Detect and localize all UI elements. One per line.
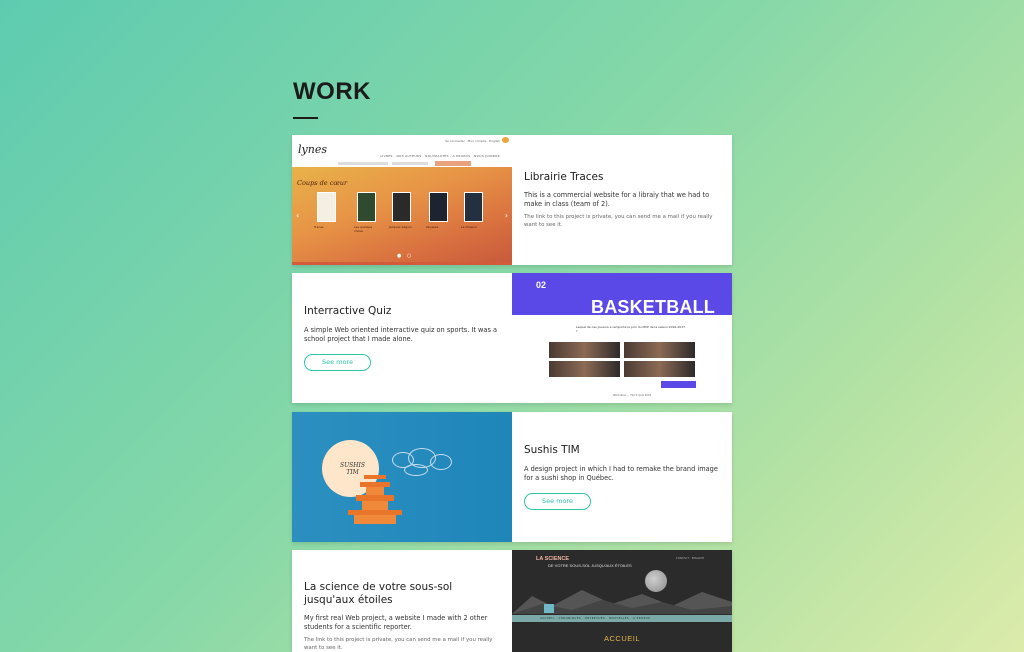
book-cover: [317, 192, 336, 222]
project-title: La science de votre sous-sol jusqu'aux é…: [304, 581, 453, 606]
house-icon: [544, 604, 554, 613]
quiz-player-image: [549, 342, 620, 358]
sci-links: CONTACT · ENGLISH: [675, 556, 704, 560]
thumb-header: lynes Se connecter · Mon compte · Englis…: [292, 135, 512, 163]
book-caption: Traces: [314, 225, 324, 229]
project-note: The link to this project is private, you…: [524, 214, 713, 228]
book-cover: [357, 192, 376, 222]
project-description: My first real Web project, a website I m…: [304, 614, 488, 632]
thumb-hero-title: Coups de cœur: [297, 179, 348, 187]
book-caption: Abysses: [426, 225, 439, 229]
project-info: Librairie Traces This is a commercial we…: [512, 135, 732, 265]
see-more-button[interactable]: See more: [524, 492, 591, 510]
quiz-player-image: [624, 361, 695, 377]
project-card-sushis-tim: SUSHIS TIM Sushis TIM A design project i…: [292, 412, 732, 542]
project-info: La science de votre sous-sol jusqu'aux é…: [292, 550, 512, 652]
project-card-interractive-quiz: Interractive Quiz A simple Web oriented …: [292, 273, 732, 403]
sci-brand: LA SCIENCE: [536, 556, 570, 562]
book-cover: [392, 192, 411, 222]
cart-icon: [502, 137, 509, 143]
quiz-question: Lequel de ces joueurs a remporté le prix…: [576, 325, 686, 333]
thumb-toplinks: Se connecter · Mon compte · English: [445, 139, 500, 143]
project-card-la-science: La science de votre sous-sol jusqu'aux é…: [292, 550, 732, 652]
thumb-logo: lynes: [298, 143, 327, 156]
quiz-footer: Attribution — Tim P. Quiz 2016: [612, 394, 652, 397]
project-title: Sushis TIM: [524, 444, 580, 457]
quiz-submit-button: [661, 381, 696, 388]
project-thumbnail-quiz[interactable]: 02 BASKETBALL Lequel de ces joueurs a re…: [512, 273, 732, 403]
pagoda-icon: [364, 475, 386, 479]
pagoda-icon: [362, 501, 388, 510]
chevron-right-icon: ›: [504, 211, 508, 220]
book-caption: Jacques Séguin: [389, 225, 412, 229]
thumb-hero: Coups de cœur ‹ › Traces Les quelque cho…: [292, 167, 512, 263]
carousel-dots: ● ○: [397, 253, 414, 259]
sushi-logo-top: SUSHIS: [340, 462, 365, 469]
project-note: The link to this project is private, you…: [304, 636, 493, 651]
book-cover: [464, 192, 483, 222]
pagoda-icon: [366, 487, 384, 495]
thumb-search-button: [435, 161, 471, 166]
thumb-nav: LIVRES · NOS AUTEURS · NOUVEAUTÉS · À PR…: [380, 154, 500, 158]
sci-accueil: ACCUEIL: [603, 634, 640, 643]
cloud-icon: [404, 464, 428, 476]
thumb-search-field: [338, 162, 388, 165]
sci-menu: ACCUEIL · CHRONIQUES · ENTREVUES · NOUVE…: [540, 617, 651, 620]
sushi-logo-bottom: TIM: [346, 469, 359, 477]
book-cover: [429, 192, 448, 222]
title-underline: [293, 117, 318, 119]
sci-subtitle: DE VOTRE SOUS-SOL JUSQU'AUX ÉTOILES: [548, 563, 632, 568]
project-thumbnail-sushi[interactable]: SUSHIS TIM: [292, 412, 512, 542]
quiz-heading: BASKETBALL: [591, 297, 715, 317]
pagoda-icon: [354, 515, 396, 524]
quiz-player-image: [624, 342, 695, 358]
quiz-player-image: [549, 361, 620, 377]
project-description: A design project in which I had to remak…: [524, 464, 718, 482]
thumb-bottom-bar: [292, 262, 512, 265]
project-info: Interractive Quiz A simple Web oriented …: [292, 273, 512, 403]
sushi-logo-text: SUSHIS TIM: [340, 462, 365, 476]
quiz-number: 02: [536, 280, 547, 290]
project-description: A simple Web oriented interractive quiz …: [304, 325, 498, 343]
book-caption: Les quelque chose: [354, 225, 373, 233]
project-description: This is a commercial website for a libra…: [524, 191, 710, 209]
book-caption: Le Chapon: [461, 225, 477, 229]
project-title: Librairie Traces: [524, 170, 604, 183]
section-title: WORK: [293, 78, 371, 105]
project-info: Sushis TIM A design project in which I h…: [512, 412, 732, 542]
thumb-search-field-2: [392, 162, 428, 165]
project-title: Interractive Quiz: [304, 305, 392, 318]
project-thumbnail-science[interactable]: LA SCIENCE DE VOTRE SOUS-SOL JUSQU'AUX É…: [512, 550, 732, 652]
see-more-button[interactable]: See more: [304, 353, 371, 371]
cloud-icon: [430, 454, 452, 470]
project-card-librairie-traces: lynes Se connecter · Mon compte · Englis…: [292, 135, 732, 265]
project-thumbnail-librairie[interactable]: lynes Se connecter · Mon compte · Englis…: [292, 135, 512, 265]
chevron-left-icon: ‹: [296, 211, 300, 220]
